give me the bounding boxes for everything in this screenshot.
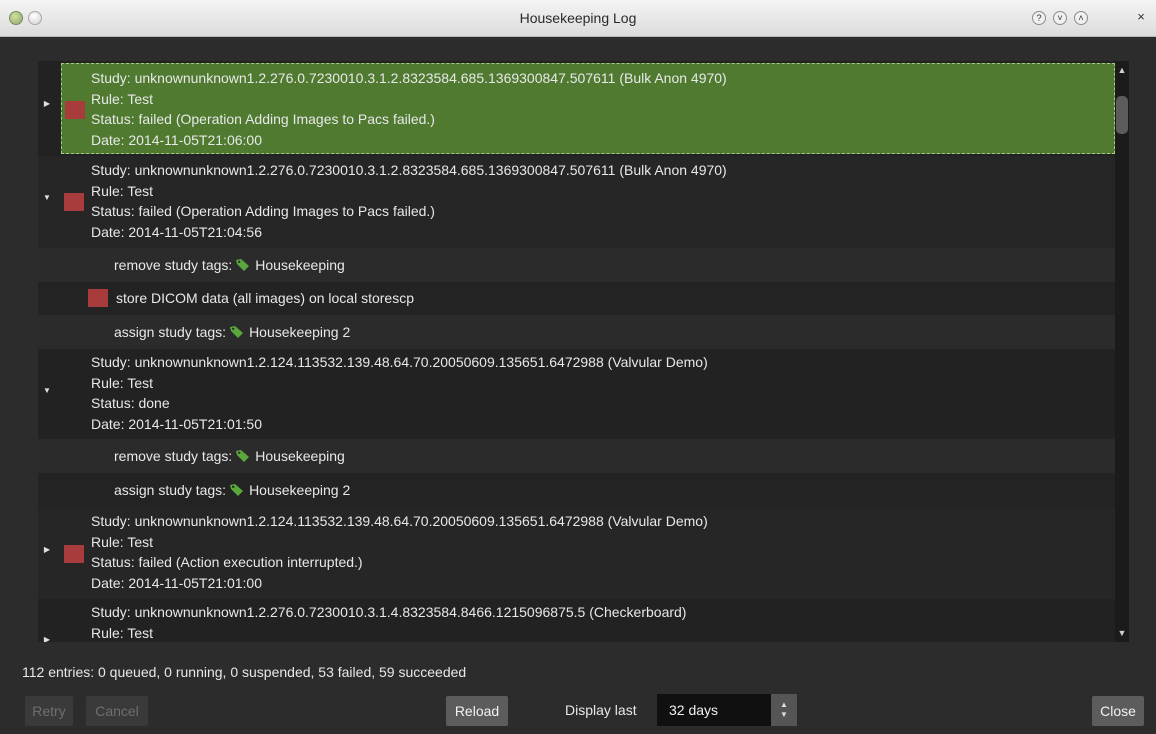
entry-details: Study: unknownunknown1.2.276.0.7230010.3…: [91, 160, 727, 242]
expand-arrow-icon[interactable]: ▶: [42, 635, 52, 642]
failed-status-icon: [64, 193, 84, 211]
action-text: remove study tags: Housekeeping: [114, 257, 345, 273]
tag-icon: [230, 326, 244, 338]
collapse-arrow-icon[interactable]: ▼: [42, 193, 52, 202]
action-row[interactable]: assign study tags: Housekeeping 2: [38, 315, 1115, 349]
action-row[interactable]: store DICOM data (all images) on local s…: [38, 282, 1115, 315]
spin-down-icon[interactable]: ▼: [771, 710, 797, 720]
expand-arrow-icon[interactable]: ▶: [42, 99, 52, 108]
title-bar: Housekeeping Log ? ˅ ˄ ×: [0, 0, 1156, 37]
entry-rule: Rule: Test: [91, 90, 153, 107]
log-entry-row[interactable]: ▶ Study: unknownunknown1.2.276.0.7230010…: [38, 599, 1115, 642]
display-days-value[interactable]: 32 days: [669, 702, 718, 718]
action-label: remove study tags:: [114, 257, 233, 273]
tag-name: Housekeeping: [255, 448, 345, 464]
action-text: assign study tags: Housekeeping 2: [114, 482, 350, 498]
log-entry-row[interactable]: ▶ Study: unknownunknown1.2.276.0.7230010…: [38, 61, 1115, 156]
tag-icon: [236, 450, 250, 462]
scroll-thumb[interactable]: [1116, 96, 1128, 134]
window-title: Housekeeping Log: [519, 10, 637, 26]
spin-up-icon[interactable]: ▲: [771, 700, 797, 710]
log-entry-row[interactable]: ▼ Study: unknownunknown1.2.124.113532.13…: [38, 349, 1115, 439]
entry-date: Date: 2014-11-05T21:01:00: [91, 574, 262, 591]
entry-details: Study: unknownunknown1.2.276.0.7230010.3…: [91, 68, 727, 150]
entry-study: Study: unknownunknown1.2.124.113532.139.…: [91, 513, 708, 529]
entry-study: Study: unknownunknown1.2.276.0.7230010.3…: [91, 70, 727, 86]
entry-study: Study: unknownunknown1.2.276.0.7230010.3…: [91, 162, 727, 178]
expand-arrow-icon[interactable]: ▶: [42, 545, 52, 554]
failed-status-icon: [65, 101, 85, 119]
action-label: assign study tags:: [114, 482, 227, 498]
cancel-button[interactable]: Cancel: [86, 696, 148, 726]
scroll-down-arrow-icon[interactable]: ▼: [1117, 628, 1127, 638]
display-days-spinbox[interactable]: 32 days ▲ ▼: [657, 694, 797, 726]
entry-details: Study: unknownunknown1.2.124.113532.139.…: [91, 511, 708, 593]
housekeeping-log-list[interactable]: ▶ Study: unknownunknown1.2.276.0.7230010…: [38, 61, 1115, 642]
selected-entry-highlight[interactable]: Study: unknownunknown1.2.276.0.7230010.3…: [61, 63, 1115, 154]
scroll-up-arrow-icon[interactable]: ▲: [1117, 65, 1127, 75]
entry-study: Study: unknownunknown1.2.124.113532.139.…: [91, 354, 708, 370]
action-label: assign study tags:: [114, 324, 227, 340]
entry-details: Study: unknownunknown1.2.276.0.7230010.3…: [91, 602, 686, 642]
action-text: store DICOM data (all images) on local s…: [116, 290, 414, 306]
maximize-icon[interactable]: ˄: [1074, 11, 1088, 25]
action-row[interactable]: remove study tags: Housekeeping: [38, 439, 1115, 473]
action-row[interactable]: remove study tags: Housekeeping: [38, 248, 1115, 282]
tag-icon: [236, 259, 250, 271]
entry-rule: Rule: Test: [91, 624, 153, 641]
spin-buttons[interactable]: ▲ ▼: [771, 694, 797, 726]
entry-status: Status: failed (Operation Adding Images …: [91, 111, 435, 127]
list-scrollbar[interactable]: ▲ ▼: [1115, 61, 1129, 642]
entry-status: Status: failed (Operation Adding Images …: [91, 203, 435, 219]
entry-details: Study: unknownunknown1.2.124.113532.139.…: [91, 352, 708, 434]
tag-icon: [230, 484, 244, 496]
entries-summary: 112 entries: 0 queued, 0 running, 0 susp…: [22, 664, 467, 680]
log-entry-row[interactable]: ▶ Study: unknownunknown1.2.124.113532.13…: [38, 507, 1115, 599]
reload-button[interactable]: Reload: [446, 696, 508, 726]
tag-name: Housekeeping 2: [249, 324, 351, 340]
entry-date: Date: 2014-11-05T21:04:56: [91, 223, 262, 240]
close-window-icon[interactable]: ×: [1134, 10, 1148, 25]
entry-study: Study: unknownunknown1.2.276.0.7230010.3…: [91, 604, 687, 620]
help-icon[interactable]: ?: [1032, 11, 1046, 25]
entry-date: Date: 2014-11-05T21:01:50: [91, 415, 262, 432]
retry-button[interactable]: Retry: [25, 696, 73, 726]
entry-rule: Rule: Test: [91, 182, 153, 199]
display-last-label: Display last: [565, 702, 637, 718]
entry-rule: Rule: Test: [91, 374, 153, 391]
entry-rule: Rule: Test: [91, 533, 153, 550]
entry-status: Status: done: [91, 395, 170, 411]
entry-status: Status: failed (Action execution interru…: [91, 554, 363, 570]
action-text: remove study tags: Housekeeping: [114, 448, 345, 464]
entry-date: Date: 2014-11-05T21:06:00: [91, 131, 262, 148]
tag-name: Housekeeping 2: [249, 482, 351, 498]
minimize-icon[interactable]: ˅: [1053, 11, 1067, 25]
failed-status-icon: [88, 289, 108, 307]
log-entry-row[interactable]: ▼ Study: unknownunknown1.2.276.0.7230010…: [38, 156, 1115, 248]
action-text: assign study tags: Housekeeping 2: [114, 324, 350, 340]
collapse-arrow-icon[interactable]: ▼: [42, 386, 52, 395]
close-button[interactable]: Close: [1092, 696, 1144, 726]
action-label: remove study tags:: [114, 448, 233, 464]
tag-name: Housekeeping: [255, 257, 345, 273]
failed-status-icon: [64, 545, 84, 563]
action-row[interactable]: assign study tags: Housekeeping 2: [38, 473, 1115, 507]
